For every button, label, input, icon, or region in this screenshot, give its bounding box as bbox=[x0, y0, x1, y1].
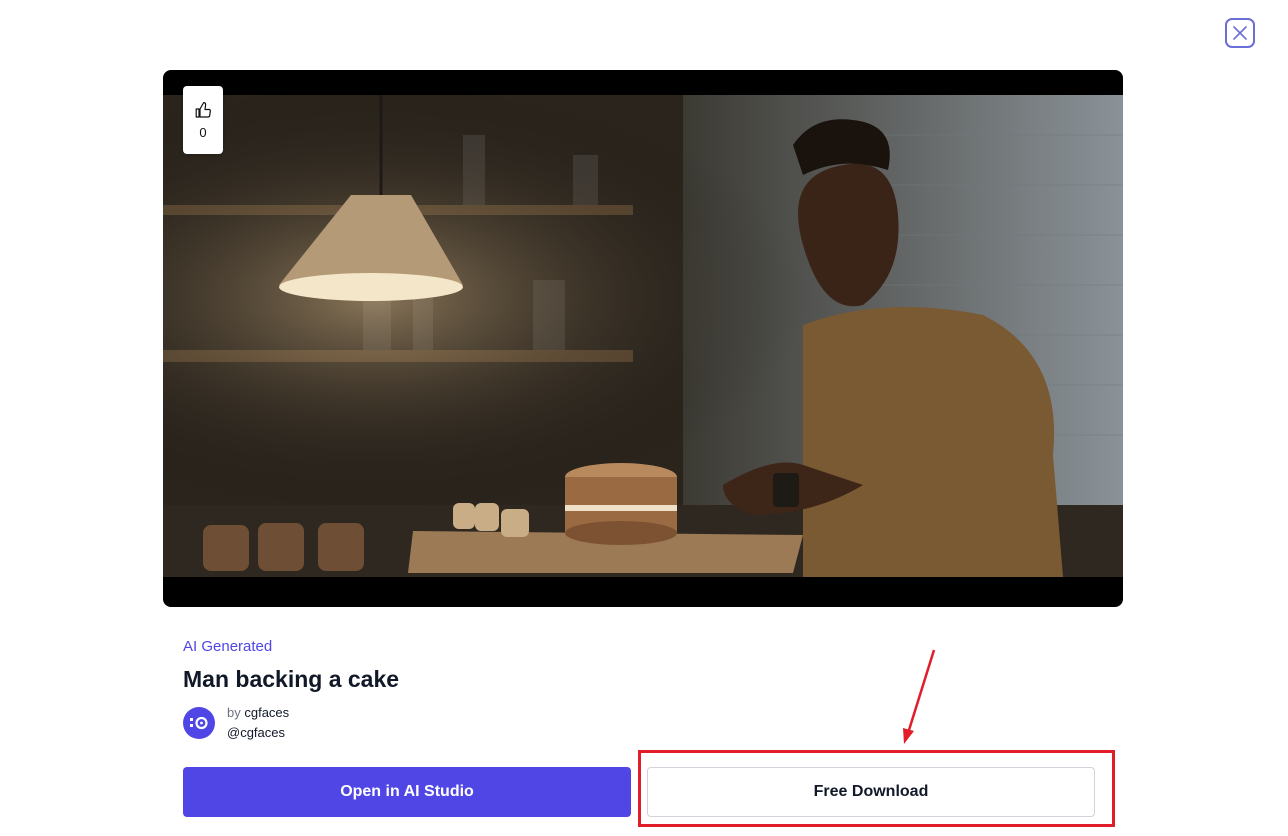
free-download-button[interactable]: Free Download bbox=[647, 767, 1095, 817]
preview-image bbox=[163, 95, 1123, 577]
author-prefix: by bbox=[227, 705, 241, 720]
cgfaces-logo-icon bbox=[190, 716, 208, 730]
author-name[interactable]: cgfaces bbox=[244, 705, 289, 720]
close-icon bbox=[1233, 26, 1247, 40]
like-count: 0 bbox=[199, 124, 207, 140]
asset-preview-modal: 0 AI Generated Man backing a cake by cgf… bbox=[0, 0, 1288, 836]
ai-generated-label[interactable]: AI Generated bbox=[183, 638, 272, 655]
author-line: by cgfaces bbox=[227, 705, 289, 720]
thumbs-up-icon bbox=[195, 101, 211, 118]
author-handle[interactable]: @cgfaces bbox=[227, 725, 285, 740]
like-button[interactable]: 0 bbox=[183, 86, 223, 154]
page-title: Man backing a cake bbox=[183, 666, 400, 692]
open-in-ai-studio-button[interactable]: Open in AI Studio bbox=[183, 767, 631, 817]
avatar[interactable] bbox=[183, 707, 215, 739]
image-preview: 0 bbox=[163, 70, 1123, 607]
close-button[interactable] bbox=[1225, 18, 1255, 48]
